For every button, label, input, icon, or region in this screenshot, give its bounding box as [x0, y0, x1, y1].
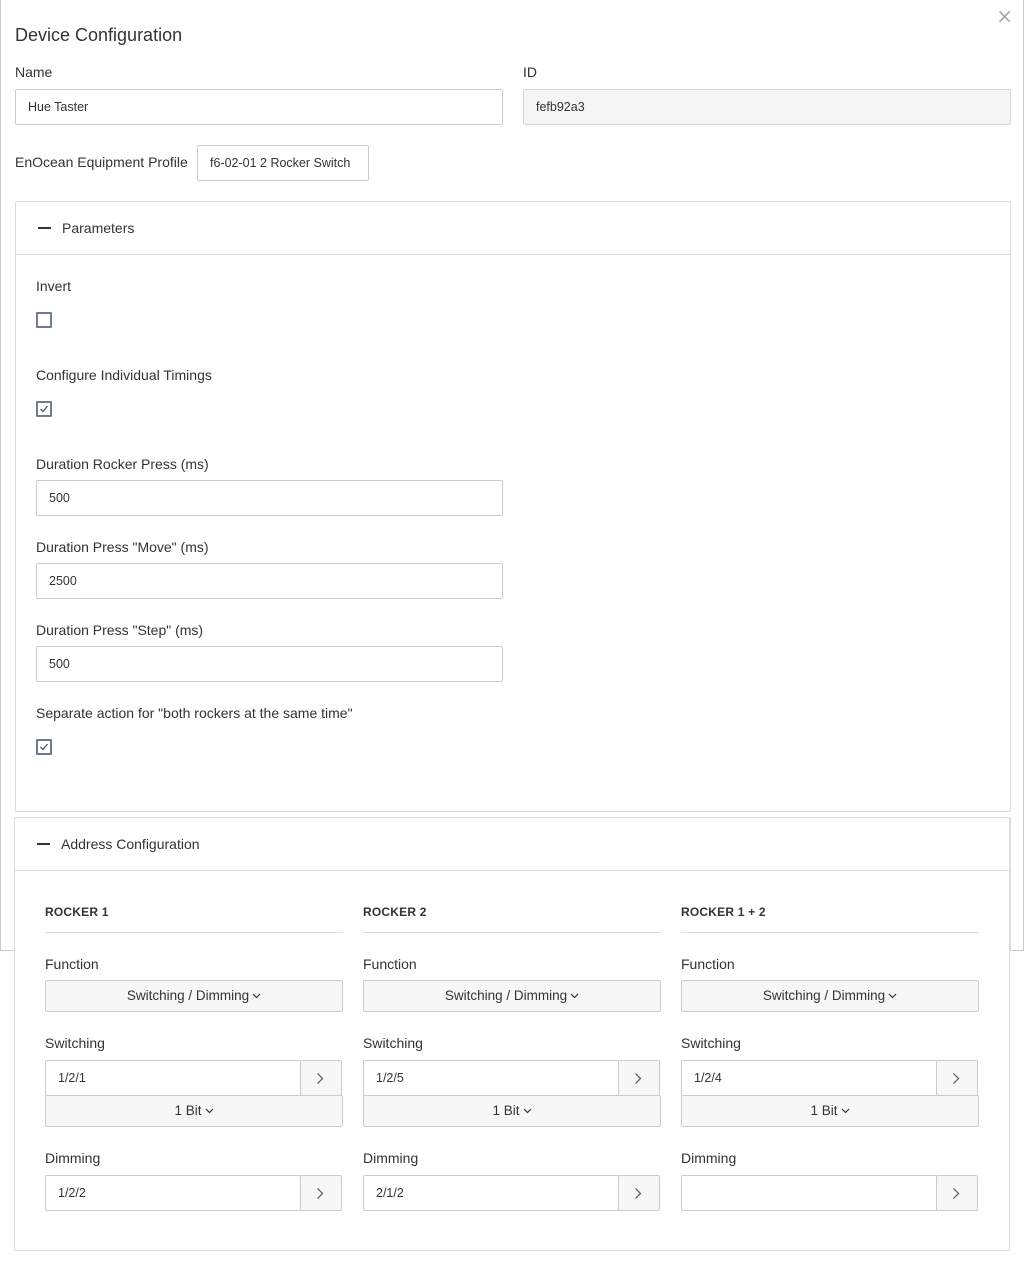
divider [681, 932, 979, 933]
dialog-title: Device Configuration [15, 25, 183, 45]
rocker-1-2-function-select[interactable]: Switching / Dimming [681, 980, 979, 1012]
parameters-title: Parameters [62, 220, 135, 236]
rocker-2-switching-picker-button[interactable] [618, 1060, 660, 1096]
rocker-1-2-switching-picker-button[interactable] [936, 1060, 978, 1096]
name-label: Name [15, 64, 53, 80]
chevron-down-icon [523, 1109, 531, 1114]
rocker-1-switching-picker-button[interactable] [300, 1060, 342, 1096]
profile-value: f6-02-01 2 Rocker Switch [197, 145, 369, 181]
rocker-1-2-dimming-address[interactable] [681, 1175, 937, 1211]
chevron-down-icon [888, 994, 897, 999]
chevron-down-icon [252, 994, 261, 999]
device-configuration-dialog: × Device Configuration Name Hue Taster I… [0, 0, 1024, 951]
function-value: Switching / Dimming [126, 988, 250, 1003]
check-icon [40, 405, 49, 413]
profile-label: EnOcean Equipment Profile [15, 154, 188, 170]
rocker-1-function-select[interactable]: Switching / Dimming [45, 980, 343, 1012]
chevron-right-icon [953, 1073, 960, 1084]
rocker-1-2-switching-type-select[interactable]: 1 Bit [681, 1095, 979, 1127]
rocker-1-2-switching-address[interactable]: 1/2/4 [681, 1060, 937, 1096]
switching-label: Switching [681, 1035, 741, 1051]
dimming-label: Dimming [45, 1150, 101, 1166]
dimming-label: Dimming [681, 1150, 737, 1166]
individual-timings-checkbox[interactable] [36, 401, 52, 417]
close-icon[interactable]: × [996, 4, 1013, 28]
chevron-down-icon [205, 1109, 213, 1114]
individual-timings-label: Configure Individual Timings [36, 367, 212, 383]
function-value: Switching / Dimming [444, 988, 568, 1003]
rocker-2-function-select[interactable]: Switching / Dimming [363, 980, 661, 1012]
parameters-panel: Parameters Invert Configure Individual T… [15, 201, 1011, 812]
function-label: Function [363, 956, 417, 972]
rocker-1-switching-type-select[interactable]: 1 Bit [45, 1095, 343, 1127]
rocker-2-dimming-address[interactable]: 2/1/2 [363, 1175, 619, 1211]
rocker-2-switching-address[interactable]: 1/2/5 [363, 1060, 619, 1096]
press-move-input[interactable]: 2500 [36, 563, 503, 599]
function-label: Function [45, 956, 99, 972]
switching-label: Switching [45, 1035, 105, 1051]
address-panel-header[interactable]: Address Configuration [15, 818, 1009, 871]
rocker-1-header: ROCKER 1 [45, 905, 109, 919]
separate-action-label: Separate action for "both rockers at the… [36, 705, 353, 721]
rocker-1-2-dimming-picker-button[interactable] [936, 1175, 978, 1211]
minus-icon[interactable] [38, 227, 51, 229]
divider [45, 932, 343, 933]
parameters-panel-header[interactable]: Parameters [16, 202, 1010, 255]
id-label: ID [523, 64, 537, 80]
address-configuration-panel: Address Configuration ROCKER 1 Function … [14, 817, 1010, 1251]
function-label: Function [681, 956, 735, 972]
chevron-right-icon [635, 1188, 642, 1199]
rocker-press-label: Duration Rocker Press (ms) [36, 456, 209, 472]
chevron-right-icon [953, 1188, 960, 1199]
rocker-1-dimming-picker-button[interactable] [300, 1175, 342, 1211]
address-configuration-title: Address Configuration [61, 836, 200, 852]
chevron-right-icon [317, 1188, 324, 1199]
dimming-label: Dimming [363, 1150, 419, 1166]
divider [363, 932, 661, 933]
rocker-2-header: ROCKER 2 [363, 905, 427, 919]
rocker-2-switching-type-select[interactable]: 1 Bit [363, 1095, 661, 1127]
minus-icon[interactable] [37, 843, 50, 845]
press-step-input[interactable]: 500 [36, 646, 503, 682]
chevron-right-icon [635, 1073, 642, 1084]
invert-checkbox[interactable] [36, 312, 52, 328]
switching-type-value: 1 Bit [810, 1103, 838, 1118]
invert-label: Invert [36, 278, 72, 294]
switching-type-value: 1 Bit [174, 1103, 202, 1118]
chevron-down-icon [570, 994, 579, 999]
rocker-1-dimming-address[interactable]: 1/2/2 [45, 1175, 301, 1211]
id-input: fefb92a3 [523, 89, 1011, 125]
name-input[interactable]: Hue Taster [15, 89, 503, 125]
chevron-right-icon [317, 1073, 324, 1084]
rocker-2-dimming-picker-button[interactable] [618, 1175, 660, 1211]
rocker-1-2-header: ROCKER 1 + 2 [681, 905, 766, 919]
press-move-label: Duration Press "Move" (ms) [36, 539, 209, 555]
function-value: Switching / Dimming [762, 988, 886, 1003]
press-step-label: Duration Press "Step" (ms) [36, 622, 204, 638]
chevron-down-icon [841, 1109, 849, 1114]
separate-action-checkbox[interactable] [36, 739, 52, 755]
check-icon [40, 743, 49, 751]
switching-label: Switching [363, 1035, 423, 1051]
rocker-1-switching-address[interactable]: 1/2/1 [45, 1060, 301, 1096]
switching-type-value: 1 Bit [492, 1103, 520, 1118]
rocker-press-input[interactable]: 500 [36, 480, 503, 516]
